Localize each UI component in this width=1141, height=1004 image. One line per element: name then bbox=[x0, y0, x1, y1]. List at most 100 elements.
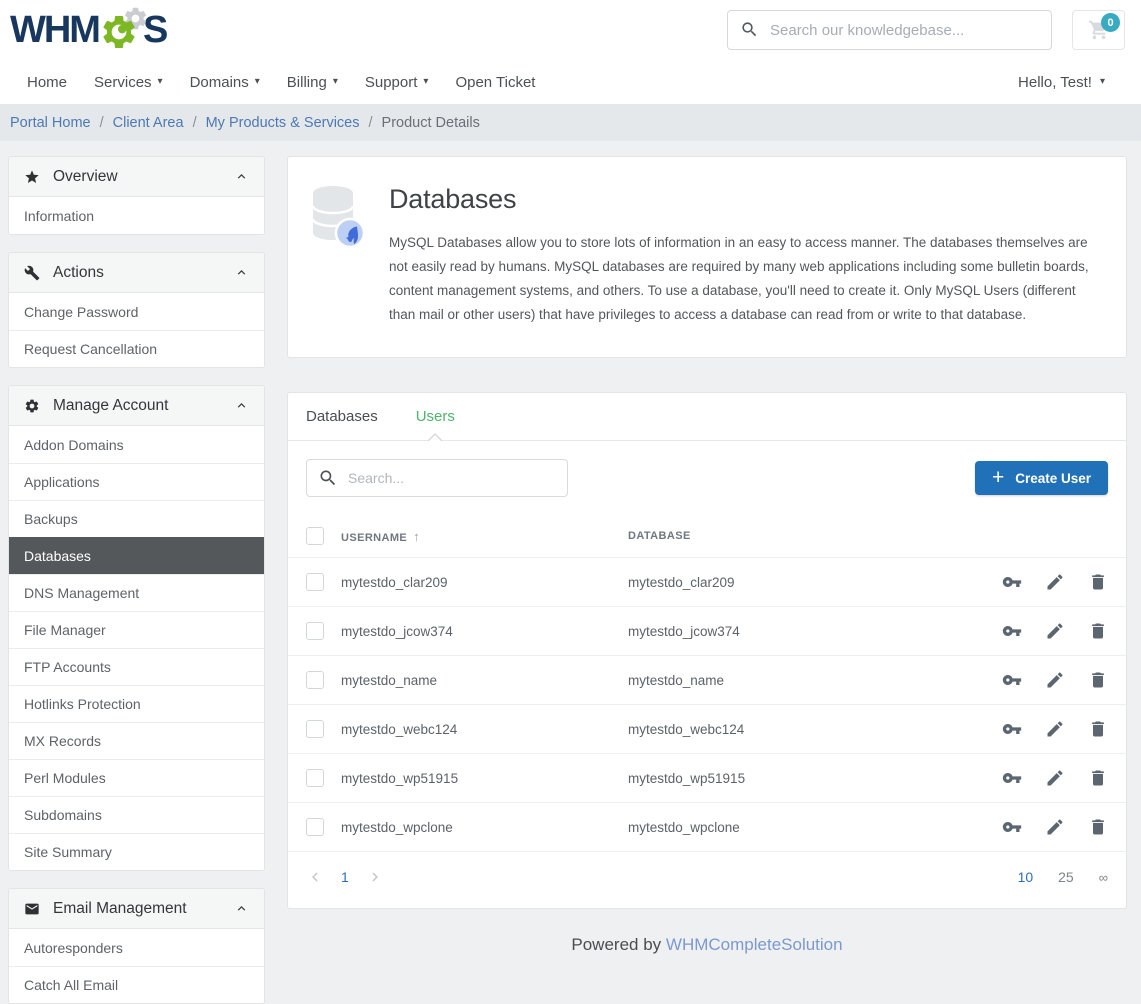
nav-item-home[interactable]: Home bbox=[27, 74, 67, 91]
row-actions bbox=[1002, 817, 1108, 837]
sidebar-panel-header-email-management[interactable]: Email Management bbox=[9, 889, 264, 929]
sidebar-item-file-manager[interactable]: File Manager bbox=[9, 611, 264, 648]
tab-bar: Databases Users bbox=[288, 393, 1126, 441]
key-icon[interactable] bbox=[1002, 817, 1022, 837]
row-checkbox[interactable] bbox=[306, 573, 324, 591]
trash-icon[interactable] bbox=[1088, 670, 1108, 690]
breadcrumb-item-my-products-services[interactable]: My Products & Services bbox=[206, 115, 360, 131]
cell-username: mytestdo_wp51915 bbox=[341, 771, 628, 786]
sidebar-item-perl-modules[interactable]: Perl Modules bbox=[9, 759, 264, 796]
trash-icon[interactable] bbox=[1088, 817, 1108, 837]
sidebar-panel-header-manage-account[interactable]: Manage Account bbox=[9, 386, 264, 426]
pencil-icon[interactable] bbox=[1045, 768, 1065, 788]
key-icon[interactable] bbox=[1002, 621, 1022, 641]
sidebar-item-hotlinks-protection[interactable]: Hotlinks Protection bbox=[9, 685, 264, 722]
trash-icon[interactable] bbox=[1088, 719, 1108, 739]
chevron-left-icon bbox=[306, 868, 324, 886]
sidebar-item-subdomains[interactable]: Subdomains bbox=[9, 796, 264, 833]
gear-icon bbox=[24, 398, 40, 414]
nav-item-billing[interactable]: Billing▾ bbox=[287, 74, 338, 91]
sidebar-item-addon-domains[interactable]: Addon Domains bbox=[9, 426, 264, 463]
table-row: mytestdo_wp51915mytestdo_wp51915 bbox=[288, 753, 1126, 802]
key-icon[interactable] bbox=[1002, 768, 1022, 788]
next-page-button[interactable] bbox=[366, 868, 384, 886]
table-row: mytestdo_wpclonemytestdo_wpclone bbox=[288, 802, 1126, 851]
sidebar-item-autoresponders[interactable]: Autoresponders bbox=[9, 929, 264, 966]
gear-logo-icon bbox=[98, 6, 144, 54]
table-search-input[interactable] bbox=[306, 459, 568, 497]
cell-username: mytestdo_jcow374 bbox=[341, 624, 628, 639]
sidebar-item-change-password[interactable]: Change Password bbox=[9, 293, 264, 330]
row-checkbox[interactable] bbox=[306, 769, 324, 787]
sidebar-item-dns-management[interactable]: DNS Management bbox=[9, 574, 264, 611]
pencil-icon[interactable] bbox=[1045, 621, 1065, 641]
key-icon[interactable] bbox=[1002, 670, 1022, 690]
plus-icon: + bbox=[992, 467, 1004, 488]
panel-title: Manage Account bbox=[53, 397, 168, 415]
sidebar-item-backups[interactable]: Backups bbox=[9, 500, 264, 537]
row-checkbox[interactable] bbox=[306, 671, 324, 689]
search-icon bbox=[318, 468, 338, 488]
trash-icon[interactable] bbox=[1088, 572, 1108, 592]
sidebar-item-information[interactable]: Information bbox=[9, 197, 264, 234]
tab-users[interactable]: Users bbox=[416, 393, 455, 440]
column-header-username[interactable]: USERNAME↑ bbox=[341, 529, 628, 544]
pencil-icon[interactable] bbox=[1045, 670, 1065, 690]
trash-icon[interactable] bbox=[1088, 768, 1108, 788]
sidebar-panel-actions: ActionsChange PasswordRequest Cancellati… bbox=[8, 252, 265, 368]
pencil-icon[interactable] bbox=[1045, 572, 1065, 592]
prev-page-button[interactable] bbox=[306, 868, 324, 886]
cart-button[interactable]: 0 bbox=[1072, 10, 1125, 50]
cart-badge: 0 bbox=[1101, 13, 1120, 32]
sidebar-item-request-cancellation[interactable]: Request Cancellation bbox=[9, 330, 264, 367]
trash-icon[interactable] bbox=[1088, 621, 1108, 641]
column-header-database[interactable]: DATABASE bbox=[628, 530, 1002, 542]
table-row: mytestdo_jcow374mytestdo_jcow374 bbox=[288, 606, 1126, 655]
caret-down-icon: ▾ bbox=[158, 77, 163, 87]
nav-item-label: Support bbox=[365, 74, 418, 91]
sidebar-item-catch-all-email[interactable]: Catch All Email bbox=[9, 966, 264, 1003]
tab-databases[interactable]: Databases bbox=[306, 393, 378, 440]
chevron-up-icon bbox=[234, 398, 249, 413]
nav-item-open-ticket[interactable]: Open Ticket bbox=[455, 74, 535, 91]
whmcs-link[interactable]: WHMCompleteSolution bbox=[666, 935, 843, 954]
table-row: mytestdo_clar209mytestdo_clar209 bbox=[288, 557, 1126, 606]
pencil-icon[interactable] bbox=[1045, 719, 1065, 739]
caret-down-icon: ▾ bbox=[255, 77, 260, 87]
key-icon[interactable] bbox=[1002, 719, 1022, 739]
breadcrumb-item-product-details: Product Details bbox=[382, 115, 480, 131]
knowledgebase-search bbox=[727, 10, 1052, 50]
whmcs-logo[interactable]: WHM S bbox=[10, 6, 166, 54]
current-page[interactable]: 1 bbox=[341, 869, 349, 885]
sidebar-item-site-summary[interactable]: Site Summary bbox=[9, 833, 264, 870]
knowledgebase-search-input[interactable] bbox=[727, 10, 1052, 50]
logo-text-left: WHM bbox=[10, 11, 99, 49]
sidebar-item-databases[interactable]: Databases bbox=[9, 537, 264, 574]
page-size-10[interactable]: 10 bbox=[1018, 869, 1034, 885]
row-checkbox[interactable] bbox=[306, 622, 324, 640]
page-size-all[interactable]: ∞ bbox=[1099, 870, 1108, 885]
sidebar-panel-header-actions[interactable]: Actions bbox=[9, 253, 264, 293]
sidebar-panel-header-overview[interactable]: Overview bbox=[9, 157, 264, 197]
page-size-25[interactable]: 25 bbox=[1058, 869, 1074, 885]
pencil-icon[interactable] bbox=[1045, 817, 1065, 837]
row-checkbox[interactable] bbox=[306, 720, 324, 738]
sidebar-panel-email-management: Email ManagementAutorespondersCatch All … bbox=[8, 888, 265, 1004]
user-menu[interactable]: Hello, Test! ▾ bbox=[1018, 74, 1105, 91]
sidebar-item-applications[interactable]: Applications bbox=[9, 463, 264, 500]
row-checkbox[interactable] bbox=[306, 818, 324, 836]
sidebar-panel-overview: OverviewInformation bbox=[8, 156, 265, 235]
nav-item-services[interactable]: Services▾ bbox=[94, 74, 163, 91]
sidebar-item-ftp-accounts[interactable]: FTP Accounts bbox=[9, 648, 264, 685]
nav-item-support[interactable]: Support▾ bbox=[365, 74, 429, 91]
create-user-label: Create User bbox=[1015, 471, 1091, 486]
sidebar: OverviewInformation ActionsChange Passwor… bbox=[8, 156, 265, 1004]
select-all-checkbox[interactable] bbox=[306, 527, 324, 545]
breadcrumb-item-portal-home[interactable]: Portal Home bbox=[10, 115, 91, 131]
cell-database: mytestdo_clar209 bbox=[628, 575, 1002, 590]
sidebar-item-mx-records[interactable]: MX Records bbox=[9, 722, 264, 759]
nav-item-domains[interactable]: Domains▾ bbox=[190, 74, 260, 91]
key-icon[interactable] bbox=[1002, 572, 1022, 592]
breadcrumb-item-client-area[interactable]: Client Area bbox=[113, 115, 184, 131]
create-user-button[interactable]: + Create User bbox=[975, 461, 1108, 495]
